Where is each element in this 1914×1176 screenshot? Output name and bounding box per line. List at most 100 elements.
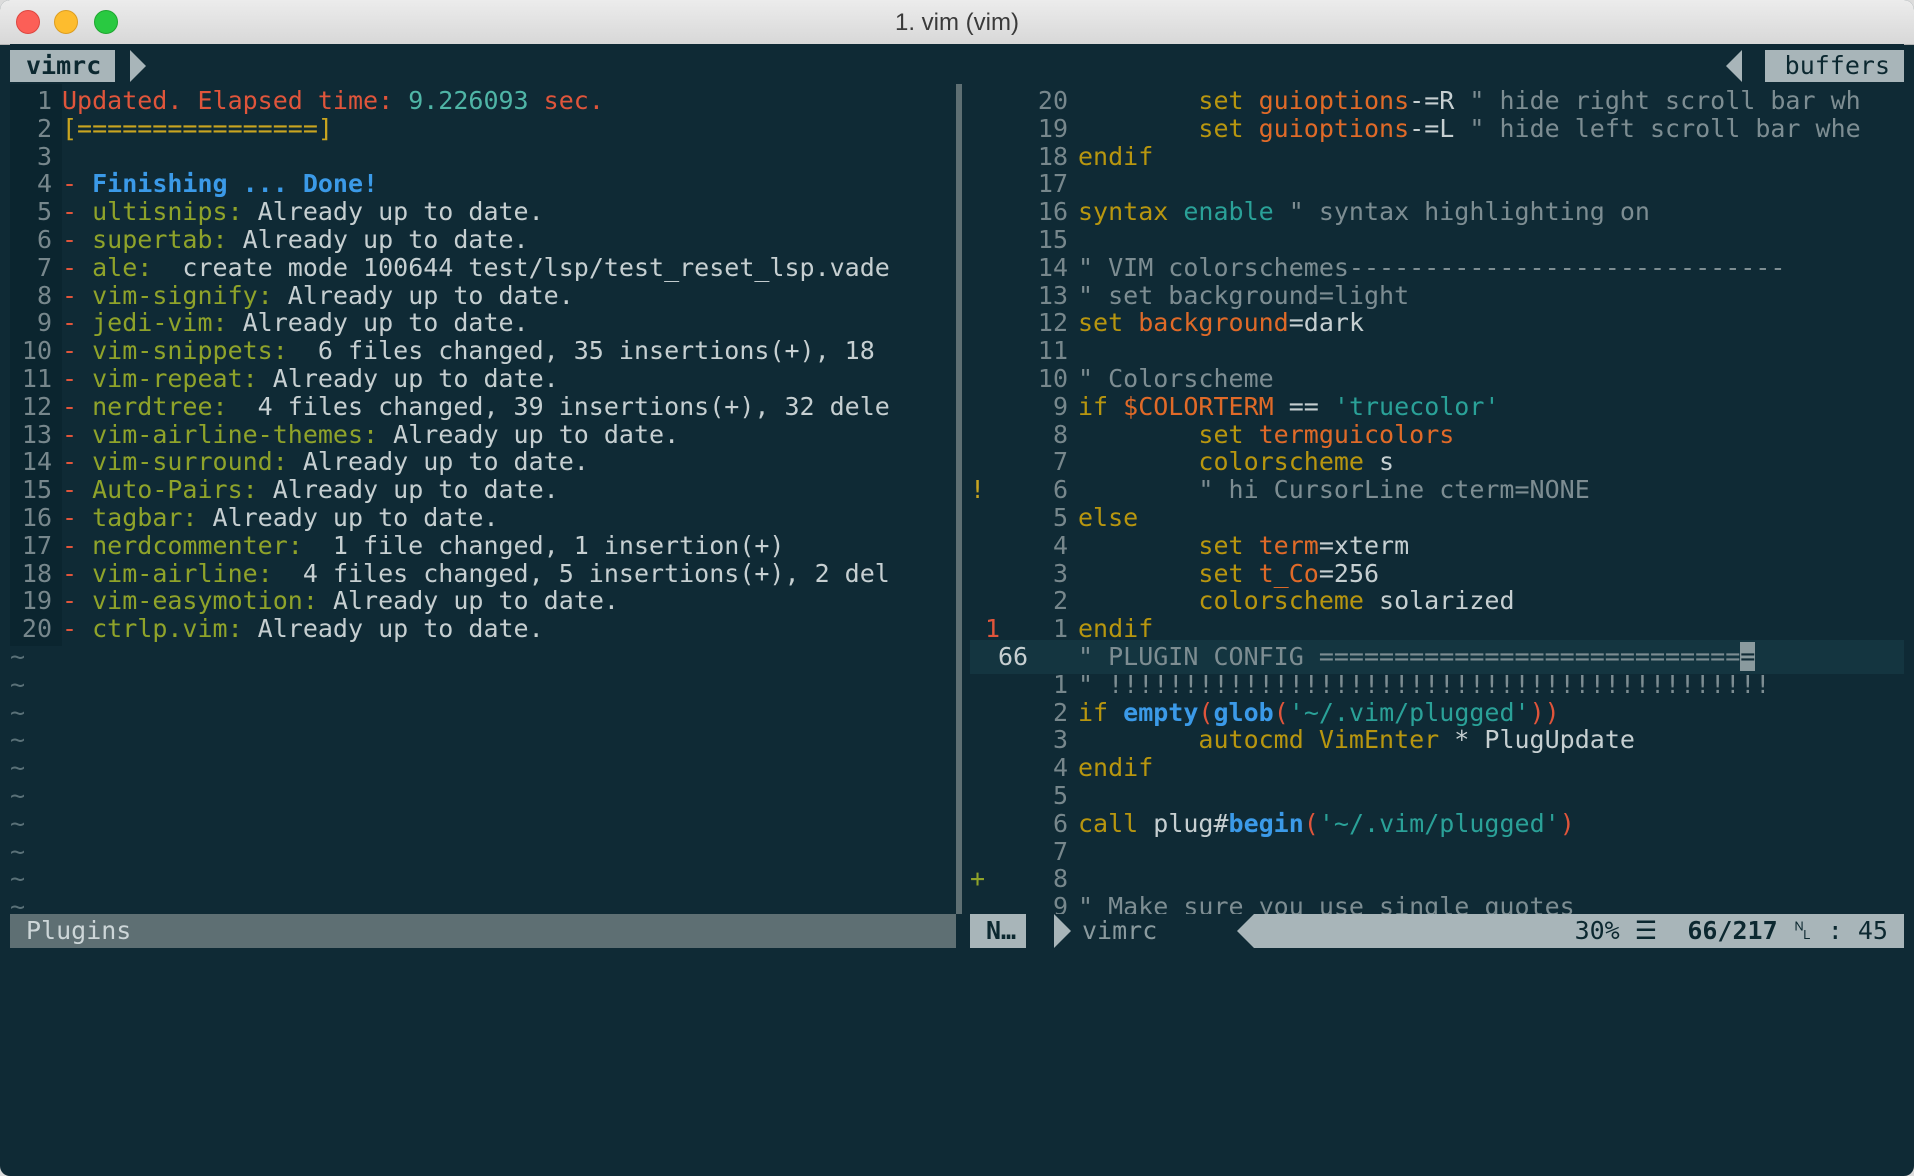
code-token: enable: [1183, 197, 1289, 227]
line-text-segment: -: [62, 169, 93, 199]
code-token: * PlugUpdate: [1439, 725, 1635, 755]
line-text-segment: nerdtree:: [92, 391, 228, 421]
line-position: 66/217: [1687, 916, 1778, 945]
line-text-segment: vim-signify:: [92, 280, 273, 310]
split-divider[interactable]: [956, 84, 962, 944]
terminal-area[interactable]: vimrc buffers 1 Updated. Elapsed time: 9.…: [10, 44, 1904, 1176]
line-text-segment: Already up to date.: [257, 475, 559, 505]
line-text-segment: Updated. Elapsed time:: [62, 86, 409, 115]
line-text-segment: Already up to date.: [378, 419, 680, 449]
line-text-segment: 1 file changed, 1 insertion(+): [302, 530, 785, 560]
text-cursor: =: [1740, 642, 1756, 671]
line-text-segment: ultisnips:: [92, 197, 243, 227]
code-token: endif: [1078, 614, 1154, 644]
line-text-segment: 9.226093: [408, 86, 529, 115]
code-token: set: [1078, 308, 1139, 338]
code-token: solarized: [1379, 586, 1515, 616]
menu-icon: ☰: [1634, 916, 1658, 945]
line-text-segment: -: [62, 336, 93, 366]
line-text-segment: -: [62, 308, 93, 338]
line-text-segment: vim-airline:: [92, 558, 273, 588]
line-text-segment: vim-airline-themes:: [92, 419, 379, 449]
line-text-segment: Finishing ... Done!: [92, 169, 379, 199]
code-token: (: [1303, 808, 1319, 838]
line-text-segment: 4 files changed, 39 insertions(+), 32 de…: [227, 391, 890, 421]
code-token: " set background=light: [1078, 280, 1410, 310]
code-token: call: [1078, 808, 1154, 838]
window-title: 1. vim (vim): [895, 9, 1019, 36]
code-token: $COLORTERM: [1123, 391, 1274, 421]
code-token: " Colorscheme: [1078, 364, 1274, 393]
line-text-segment: -: [62, 391, 93, 421]
code-token: =xterm: [1318, 530, 1410, 560]
line-text-segment: create mode 100644 test/lsp/test_reset_l…: [152, 252, 890, 282]
plugin-update-pane[interactable]: 1 Updated. Elapsed time: 9.226093 sec. 2 [=…: [10, 84, 954, 944]
code-token: syntax: [1078, 197, 1184, 227]
line-text-segment: vim-easymotion:: [92, 586, 318, 616]
line-text-segment: Already up to date.: [197, 503, 499, 532]
scroll-percent: 30%: [1574, 916, 1620, 945]
code-token: set: [1078, 558, 1259, 588]
line-text-segment: Already up to date.: [272, 280, 574, 310]
code-token: else: [1078, 503, 1139, 532]
code-token: colorscheme: [1078, 586, 1380, 616]
code-token: endif: [1078, 141, 1154, 171]
vimrc-editor-pane[interactable]: 20 set guioptions-=R " hide right scroll…: [970, 84, 1904, 944]
line-text-segment: supertab:: [92, 225, 228, 254]
line-text-segment: vim-snippets:: [92, 336, 288, 366]
line-text-segment: ale:: [92, 252, 153, 282]
vim-statusline: Plugins N… vimrc 30% ☰ 66/217 ␤ : 45: [10, 914, 1904, 948]
line-text-segment: ctrlp.vim:: [92, 614, 243, 644]
line-text-segment: nerdcommenter:: [92, 530, 303, 560]
code-token: colorscheme: [1078, 447, 1380, 477]
code-token: begin: [1228, 808, 1304, 838]
line-text-segment: -: [62, 558, 93, 588]
line-text-segment: -: [62, 364, 93, 393]
file-name: vimrc: [1082, 916, 1158, 945]
line-text-segment: [================]: [62, 113, 333, 143]
line-text-segment: Already up to date.: [317, 586, 619, 616]
code-token: 'truecolor': [1333, 391, 1500, 421]
code-token: endif: [1078, 753, 1154, 783]
code-token: plug#: [1153, 808, 1229, 838]
position-separator-arrow: [1237, 914, 1254, 948]
code-token: '~/.vim/plugged': [1318, 808, 1560, 838]
buffers-separator-arrow: [1726, 50, 1742, 82]
column-number: : 45: [1827, 916, 1888, 945]
code-token: (: [1198, 697, 1214, 727]
code-token: " syntax highlighting on: [1288, 197, 1650, 227]
code-token: empty: [1123, 697, 1199, 727]
code-token: ): [1559, 808, 1575, 838]
line-text-segment: Already up to date.: [242, 614, 544, 644]
line-text-segment: vim-surround:: [92, 447, 288, 477]
vim-tabline: vimrc buffers: [10, 50, 1904, 82]
code-token: if: [1078, 697, 1124, 727]
code-token: glob: [1213, 697, 1274, 727]
code-token: set: [1078, 86, 1259, 115]
vertical-split[interactable]: [955, 84, 969, 944]
code-token: VimEnter: [1318, 725, 1440, 755]
title-bar: 1. vim (vim): [0, 0, 1914, 45]
tab-separator-arrow: [130, 50, 146, 82]
line-text-segment: jedi-vim:: [92, 308, 228, 338]
code-token: autocmd: [1078, 725, 1319, 755]
buffers-label[interactable]: buffers: [1764, 50, 1904, 82]
line-text-segment: Already up to date.: [227, 225, 529, 254]
code-token: -=R: [1409, 86, 1470, 115]
line-text-segment: tagbar:: [92, 503, 198, 532]
code-token: " hi CursorLine cterm=NONE: [1078, 475, 1590, 505]
code-token: (: [1273, 697, 1289, 727]
line-text-segment: Auto-Pairs:: [92, 475, 258, 505]
tab-vimrc[interactable]: vimrc: [10, 50, 116, 82]
code-token: t_Co: [1258, 558, 1319, 588]
update-log-line[interactable]: 20- ctrlp.vim: Already up to date.: [10, 612, 544, 647]
code-token: set: [1078, 113, 1259, 143]
line-text-segment: -: [62, 530, 93, 560]
position-section: 30% ☰ 66/217 ␤ : 45: [1254, 914, 1904, 948]
code-token: )): [1529, 697, 1560, 727]
code-token: " PLUGIN CONFIG ========================…: [1078, 642, 1741, 671]
code-token: guioptions: [1258, 86, 1410, 115]
mode-indicator: N…: [970, 914, 1027, 948]
line-text-segment: 6 files changed, 35 insertions(+), 18: [287, 336, 875, 366]
line-text-segment: -: [62, 614, 93, 644]
